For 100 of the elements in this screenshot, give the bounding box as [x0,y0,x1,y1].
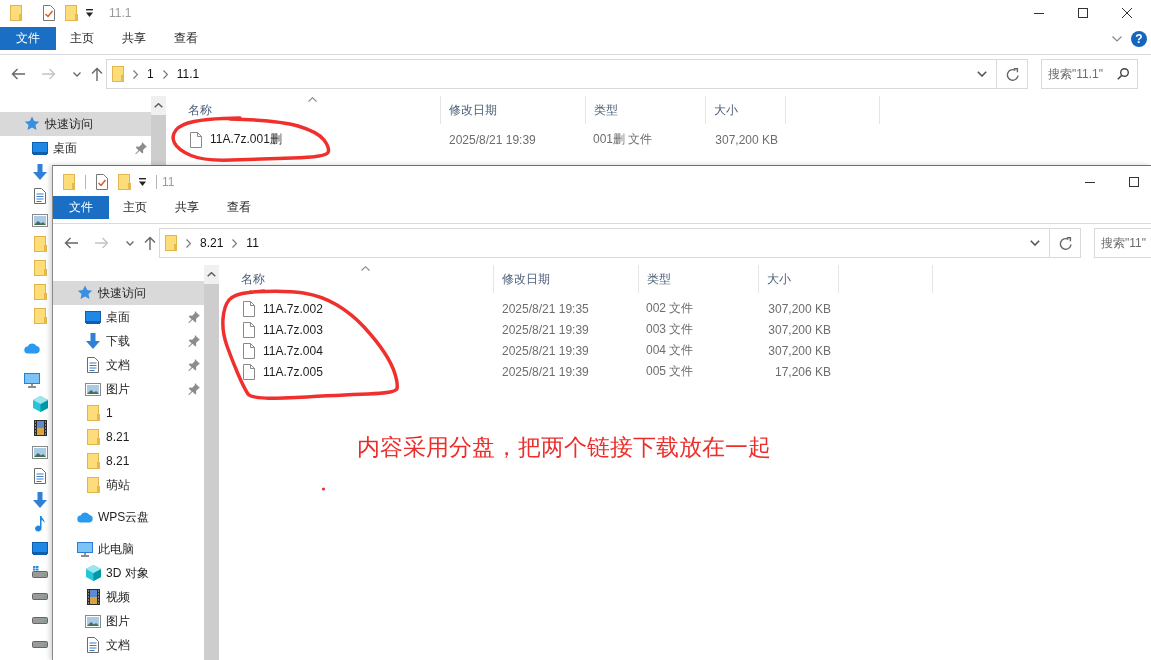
refresh-button[interactable] [1050,228,1081,258]
scroll-up-icon[interactable] [154,103,163,108]
maximize-icon[interactable] [1078,8,1088,18]
picture-icon[interactable] [32,445,48,459]
search-field[interactable]: 搜索"11.1" [1041,59,1138,89]
sort-caret-icon[interactable] [361,266,370,271]
address-bar[interactable]: 1 11.1 [106,59,997,89]
chevron-down-icon[interactable] [126,240,134,246]
ribbon-tab[interactable]: 主页 [109,196,161,219]
ribbon-tab[interactable]: 主页 [56,27,108,50]
system-drive-icon[interactable] [32,566,48,578]
chevron-right-icon[interactable] [162,69,168,79]
refresh-icon[interactable] [1058,236,1072,250]
back-arrow-icon[interactable] [11,68,25,80]
document-icon[interactable] [34,468,46,484]
pin-icon[interactable] [135,142,147,154]
pin-icon[interactable] [188,383,200,395]
cube-icon[interactable] [32,396,48,412]
music-note-icon[interactable] [35,516,45,532]
scroll-up-icon[interactable] [207,272,216,277]
file-menu-tab[interactable]: 文件 [0,27,56,50]
chevron-right-icon[interactable] [232,238,238,248]
ribbon-tab[interactable]: 查看 [213,196,265,219]
sidebar-item[interactable]: 8.21 [53,449,204,473]
minimize-icon[interactable] [1085,181,1095,183]
sidebar-item[interactable]: 图片 [53,377,204,401]
column-header[interactable]: 修改日期 [441,96,586,124]
desktop-icon[interactable] [32,541,48,555]
file-name[interactable]: 11A.7z.003 [263,322,323,337]
breadcrumb-item[interactable]: 11 [246,236,259,250]
checkmark-page-icon[interactable] [43,5,55,21]
address-bar[interactable]: 8.21 11 [159,228,1050,258]
sidebar-item[interactable]: 快速访问 [0,112,151,136]
search-field[interactable]: 搜索"11" [1094,228,1151,258]
dropdown-icon[interactable] [86,9,93,17]
chevron-down-icon[interactable] [73,71,81,77]
drive-icon[interactable] [32,592,48,600]
picture-icon[interactable] [32,213,48,227]
sidebar-item[interactable]: 下载 [53,329,204,353]
sidebar-item[interactable]: 桌面 [53,305,204,329]
sidebar-item[interactable]: 文档 [53,353,204,377]
drive-icon[interactable] [32,616,48,624]
pin-icon[interactable] [188,359,200,371]
film-strip-icon[interactable] [33,420,47,436]
cloud-icon[interactable] [24,342,40,354]
column-header[interactable]: 类型 [586,96,706,124]
chevron-down-icon[interactable] [977,71,987,77]
column-header[interactable]: 大小 [706,96,786,124]
file-name[interactable]: 11A.7z.001删 [210,131,282,148]
breadcrumb-item[interactable]: 8.21 [200,236,224,250]
breadcrumb-item[interactable]: 11.1 [176,67,200,81]
file-name[interactable]: 11A.7z.004 [263,343,323,358]
minimize-icon[interactable] [1034,12,1044,14]
download-arrow-icon[interactable] [33,492,47,508]
refresh-button[interactable] [997,59,1028,89]
up-arrow-icon[interactable] [91,67,103,81]
file-name[interactable]: 11A.7z.002 [263,301,323,316]
ribbon-tab[interactable]: 共享 [161,196,213,219]
ribbon-tab[interactable]: 查看 [160,27,212,50]
sidebar-item[interactable]: 3D 对象 [53,561,204,585]
sidebar-item[interactable]: 快速访问 [53,281,204,305]
column-header[interactable]: 类型 [639,265,759,293]
close-icon[interactable] [1122,8,1132,18]
scrollbar-thumb[interactable] [151,115,166,165]
sidebar-item[interactable]: 1 [53,401,204,425]
drive-icon[interactable] [32,640,48,648]
chevron-down-icon[interactable] [1112,35,1122,42]
dropdown-icon[interactable] [139,178,146,186]
column-header[interactable]: 修改日期 [494,265,639,293]
sidebar-item[interactable]: 文档 [53,633,204,657]
search-icon[interactable] [1117,68,1129,80]
sidebar-item[interactable]: WPS云盘 [53,505,204,529]
ribbon-tab[interactable]: 共享 [108,27,160,50]
refresh-icon[interactable] [1005,67,1019,81]
pin-icon[interactable] [188,335,200,347]
column-header[interactable]: 名称 [180,96,441,124]
monitor-icon[interactable] [24,372,40,388]
sidebar-item[interactable]: 8.21 [53,425,204,449]
column-header[interactable]: 大小 [759,265,839,293]
sidebar-item[interactable]: 萌站 [53,473,204,497]
chevron-down-icon[interactable] [1030,240,1040,246]
sidebar-item[interactable]: 图片 [53,609,204,633]
checkmark-page-icon[interactable] [96,174,108,190]
document-icon[interactable] [34,188,46,204]
file-menu-tab[interactable]: 文件 [53,196,109,219]
breadcrumb-item[interactable]: 1 [147,67,154,81]
pin-icon[interactable] [188,311,200,323]
chevron-right-icon[interactable] [186,238,191,248]
sort-caret-icon[interactable] [308,97,317,102]
sidebar-item[interactable]: 此电脑 [53,537,204,561]
chevron-right-icon[interactable] [133,69,138,79]
sidebar-item[interactable]: 桌面 [0,136,151,160]
help-button[interactable]: ? [1131,30,1147,47]
file-name[interactable]: 11A.7z.005 [263,364,323,379]
up-arrow-icon[interactable] [144,236,156,250]
scrollbar[interactable] [151,96,166,165]
back-arrow-icon[interactable] [64,237,78,249]
sidebar-item[interactable]: 视频 [53,585,204,609]
maximize-icon[interactable] [1129,177,1139,187]
column-header[interactable]: 名称 [233,265,494,293]
